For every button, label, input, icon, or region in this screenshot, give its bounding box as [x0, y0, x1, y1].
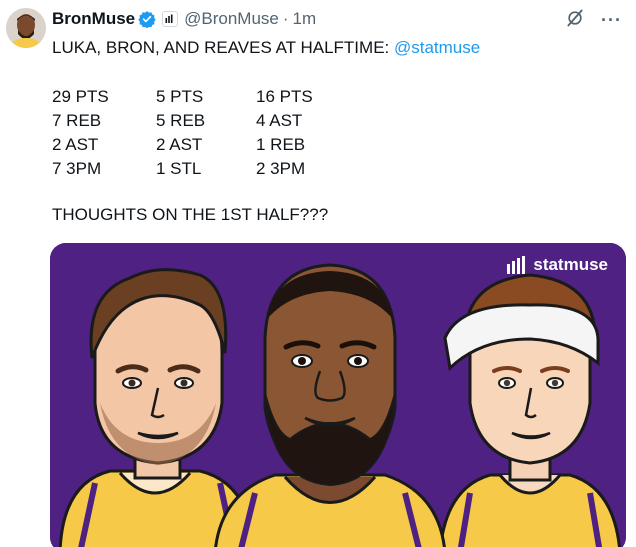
- more-icon[interactable]: ···: [601, 10, 622, 31]
- tweet-question: THOUGHTS ON THE 1ST HALF???: [52, 205, 329, 224]
- avatar-image: [6, 8, 46, 48]
- tweet-headline: LUKA, BRON, AND REAVES AT HALFTIME:: [52, 38, 394, 57]
- stat-cell: 2 3PM: [256, 159, 306, 178]
- stat-cell: 1 REB: [256, 135, 306, 154]
- stat-cell: 2 AST: [52, 135, 99, 154]
- stat-cell: 2 AST: [156, 135, 203, 154]
- stat-cell: 1 STL: [156, 159, 202, 178]
- tweet-media-image[interactable]: statmuse: [50, 243, 626, 547]
- grok-icon[interactable]: [565, 8, 585, 33]
- verified-badge-icon: [138, 10, 156, 28]
- tweet-text: LUKA, BRON, AND REAVES AT HALFTIME: @sta…: [52, 36, 480, 60]
- author-display-name[interactable]: BronMuse: [52, 9, 135, 29]
- tweet-header: BronMuse @BronMuse · 1m ···: [52, 8, 624, 30]
- stat-cell: 5 PTS: [156, 87, 204, 106]
- statmuse-affiliate-icon[interactable]: [162, 11, 179, 27]
- timestamp[interactable]: 1m: [293, 9, 317, 29]
- stat-cell: 7 3PM: [52, 159, 102, 178]
- stat-cell: 16 PTS: [256, 87, 313, 106]
- player-illustration: [50, 243, 626, 547]
- avatar[interactable]: [6, 8, 46, 48]
- stat-cell: 5 REB: [156, 111, 206, 130]
- statmuse-brand-text: statmuse: [533, 255, 608, 274]
- statmuse-watermark: statmuse: [506, 255, 608, 275]
- separator-dot: ·: [282, 9, 289, 28]
- stat-cell: 4 AST: [256, 111, 303, 130]
- header-actions: ···: [565, 8, 622, 33]
- statmuse-logo-icon: [506, 256, 528, 274]
- stat-cell: 7 REB: [52, 111, 102, 130]
- author-handle[interactable]: @BronMuse: [184, 9, 279, 29]
- mention-link[interactable]: @statmuse: [394, 38, 480, 57]
- stat-cell: 29 PTS: [52, 87, 109, 106]
